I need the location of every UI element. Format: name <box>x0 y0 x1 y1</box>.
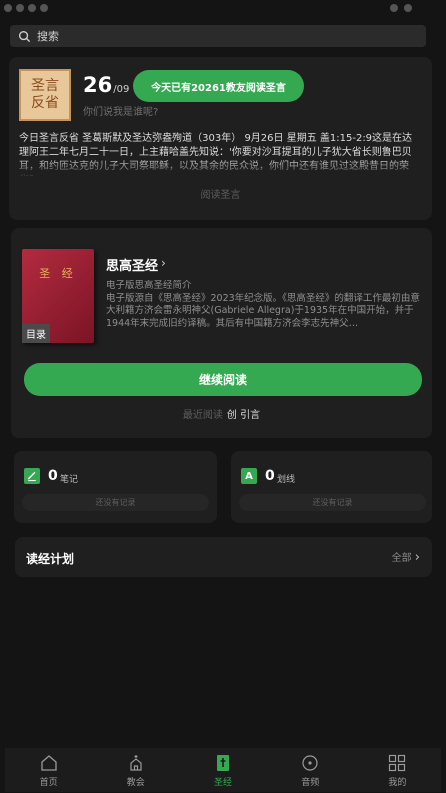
table-of-contents-button[interactable]: 目录 <box>22 324 50 343</box>
tab-label: 我的 <box>388 778 407 788</box>
date-day: 26 <box>83 73 113 97</box>
tab-audio[interactable]: 音频 <box>267 748 354 792</box>
highlights-label: 划线 <box>277 475 296 485</box>
bottom-tab-bar: 首页 教会 圣经 音频 我的 <box>5 748 441 792</box>
notes-card[interactable]: 0 笔记 还没有记录 <box>14 451 217 523</box>
readers-count-badge: 今天已有20261教友阅读圣言 <box>133 70 304 102</box>
status-icon <box>4 4 12 12</box>
notes-empty-state: 还没有记录 <box>22 494 209 511</box>
reading-plan-title: 读经计划 <box>26 552 75 566</box>
status-icon <box>404 4 412 12</box>
status-bar <box>0 0 446 18</box>
church-icon <box>130 755 142 771</box>
home-icon <box>40 755 57 771</box>
notes-label: 笔记 <box>60 475 79 485</box>
search-icon <box>18 30 31 42</box>
status-icon <box>390 4 398 12</box>
notes-count: 0 <box>48 468 58 484</box>
highlights-card[interactable]: A 0 划线 还没有记录 <box>231 451 432 523</box>
search-bar[interactable]: 搜索 <box>10 25 426 47</box>
search-placeholder: 搜索 <box>37 30 59 43</box>
cover-title: 圣 经 <box>39 267 77 280</box>
book-description: 电子版思高圣经简介 电子版源自《思高圣经》2023年纪念版。《思高圣经》的翻译工… <box>106 280 420 329</box>
tab-bible[interactable]: 圣经 <box>179 748 266 792</box>
tab-church[interactable]: 教会 <box>92 748 179 792</box>
status-icon <box>40 4 48 12</box>
status-icon <box>16 4 24 12</box>
continue-reading-button[interactable]: 继续阅读 <box>24 363 422 396</box>
profile-grid-icon <box>389 754 406 772</box>
view-all-label: 全部 <box>391 553 412 564</box>
logo-line-1: 圣言 <box>31 78 59 94</box>
tab-label: 首页 <box>39 778 58 788</box>
read-scripture-link[interactable]: 阅读圣言 <box>9 186 432 201</box>
highlights-empty-state: 还没有记录 <box>239 494 426 511</box>
text-fade <box>19 157 422 179</box>
recent-value: 创 引言 <box>226 410 261 421</box>
chevron-right-icon[interactable]: › <box>161 256 166 270</box>
status-icon <box>28 4 36 12</box>
view-all-link[interactable]: 全部 › <box>392 549 420 565</box>
note-icon <box>24 468 40 484</box>
chevron-right-icon: › <box>414 550 420 565</box>
recent-label: 最近阅读 <box>182 410 223 421</box>
highlights-count: 0 <box>265 468 275 484</box>
book-title[interactable]: 思高圣经 <box>106 255 158 274</box>
reading-plan-row[interactable]: 读经计划 全部 › <box>15 537 432 577</box>
tab-label: 教会 <box>126 778 145 788</box>
recent-reading[interactable]: 最近阅读创 引言 <box>11 406 432 421</box>
tab-profile[interactable]: 我的 <box>354 748 441 792</box>
reflection-logo: 圣言 反省 <box>19 69 71 121</box>
reflection-date: 26/09 <box>83 73 129 97</box>
tab-home[interactable]: 首页 <box>5 748 92 792</box>
tab-label: 圣经 <box>214 778 233 788</box>
bible-book-card: 圣 经 目录 思高圣经 › 电子版思高圣经简介 电子版源自《思高圣经》2023年… <box>11 228 432 438</box>
highlight-icon: A <box>241 468 257 484</box>
book-cover[interactable]: 圣 经 目录 <box>22 249 94 343</box>
logo-line-2: 反省 <box>31 95 59 111</box>
daily-reflection-card[interactable]: 圣言 反省 26/09 你们说我是谁呢? 今天已有20261教友阅读圣言 今日圣… <box>9 57 432 220</box>
audio-icon <box>302 755 318 771</box>
reflection-question: 你们说我是谁呢? <box>83 107 159 118</box>
tab-label: 音频 <box>301 778 320 788</box>
bible-icon <box>217 755 229 771</box>
date-month: /09 <box>113 84 130 95</box>
